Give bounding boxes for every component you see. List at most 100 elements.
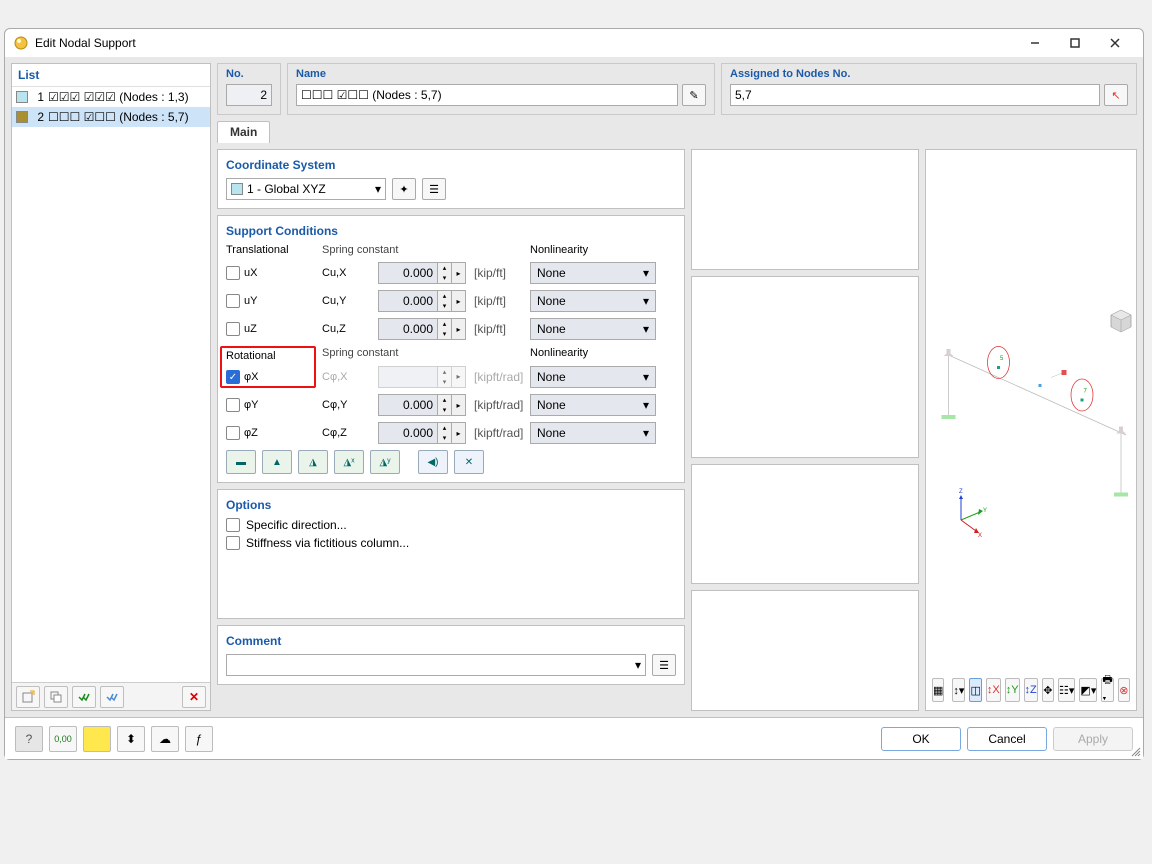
support-type-6[interactable]: ◀): [418, 450, 448, 474]
copy-item-button[interactable]: [44, 686, 68, 708]
script-button[interactable]: ƒ: [185, 726, 213, 752]
svg-text:Y: Y: [983, 508, 987, 514]
support-card: Support Conditions Translational Spring …: [217, 215, 685, 483]
option-specific-direction: Specific direction...: [246, 518, 347, 532]
svg-text:5: 5: [1000, 356, 1004, 362]
uncheck-all-button[interactable]: [100, 686, 124, 708]
checkbox-uz[interactable]: [226, 322, 240, 336]
comment-combo[interactable]: ▾: [226, 654, 646, 676]
list-item[interactable]: 2 ☐☐☐ ☑☐☐ (Nodes : 5,7): [12, 107, 210, 127]
support-title: Support Conditions: [226, 224, 676, 238]
pv-view-1[interactable]: ↕▾: [952, 678, 965, 702]
checkbox-phiy[interactable]: [226, 398, 240, 412]
nonlin-phix[interactable]: None▾: [530, 366, 656, 388]
help-button[interactable]: ?: [15, 726, 43, 752]
list-color-swatch: [16, 111, 28, 123]
pv-move[interactable]: ✥: [1042, 678, 1054, 702]
picture-button[interactable]: ☁: [151, 726, 179, 752]
checkbox-phiz[interactable]: [226, 426, 240, 440]
list-item-number: 2: [32, 110, 44, 124]
list-header: List: [12, 64, 210, 87]
pv-show-numbers[interactable]: ▦: [932, 678, 944, 702]
close-button[interactable]: [1095, 30, 1135, 56]
middle-opt-card: [691, 464, 919, 585]
checkbox-uy[interactable]: [226, 294, 240, 308]
checkbox-ux[interactable]: [226, 266, 240, 280]
header-row: No. Name ✎ Assigned to Nodes No. ↖: [217, 63, 1137, 115]
tab-strip: Main: [217, 121, 1137, 143]
spin-cuy[interactable]: ▴▾▸: [378, 290, 468, 312]
option-fictitious-column: Stiffness via fictitious column...: [246, 536, 409, 550]
edit-coord-button[interactable]: ☰: [422, 178, 446, 200]
name-box: Name ✎: [287, 63, 715, 115]
unit-cphix: [kipft/rad]: [474, 370, 524, 384]
nonlin-uy[interactable]: None▾: [530, 290, 656, 312]
color-button[interactable]: [83, 726, 111, 752]
pick-nodes-button[interactable]: ↖: [1104, 84, 1128, 106]
support-type-2[interactable]: ▲: [262, 450, 292, 474]
middle-column: [691, 149, 919, 711]
no-box: No.: [217, 63, 281, 115]
pv-view-y[interactable]: ↕Y: [1005, 678, 1020, 702]
comment-library-button[interactable]: ☰: [652, 654, 676, 676]
no-input[interactable]: [226, 84, 272, 106]
list-color-swatch: [16, 91, 28, 103]
resize-grip-icon[interactable]: [1129, 745, 1141, 757]
minimize-button[interactable]: [1015, 30, 1055, 56]
rotational-header: Rotational: [226, 350, 310, 362]
ok-button[interactable]: OK: [881, 727, 961, 751]
spin-cphiy[interactable]: ▴▾▸: [378, 394, 468, 416]
middle-top-card: [691, 149, 919, 270]
checkbox-fictitious-column[interactable]: [226, 536, 240, 550]
coord-combo[interactable]: 1 - Global XYZ ▾: [226, 178, 386, 200]
spring-header: Spring constant: [322, 244, 468, 256]
check-all-button[interactable]: [72, 686, 96, 708]
label-cphiy: Cφ,Y: [322, 399, 372, 411]
support-type-5[interactable]: ◮ʸ: [370, 450, 400, 474]
right-column: No. Name ✎ Assigned to Nodes No. ↖: [217, 63, 1137, 711]
list-item-label: ☑☑☑ ☑☑☑ (Nodes : 1,3): [48, 90, 206, 104]
model-button[interactable]: ⬍: [117, 726, 145, 752]
nonlin-ux[interactable]: None▾: [530, 262, 656, 284]
label-phiy: φY: [244, 399, 258, 411]
pv-view-x[interactable]: ↕X: [986, 678, 1001, 702]
pv-display[interactable]: ☷▾: [1058, 678, 1075, 702]
nonlinearity-header: Nonlinearity: [530, 244, 676, 256]
pv-render[interactable]: ◩▾: [1079, 678, 1097, 702]
list-panel: List 1 ☑☑☑ ☑☑☑ (Nodes : 1,3) 2 ☐☐☐ ☑☐☐ (…: [11, 63, 211, 711]
nonlin-phiy[interactable]: None▾: [530, 394, 656, 416]
tab-main[interactable]: Main: [217, 121, 270, 143]
spin-cphiz[interactable]: ▴▾▸: [378, 422, 468, 444]
list-item[interactable]: 1 ☑☑☑ ☑☑☑ (Nodes : 1,3): [12, 87, 210, 107]
support-type-3[interactable]: ◮: [298, 450, 328, 474]
pv-reset[interactable]: ⊗: [1118, 678, 1130, 702]
nonlin-uz[interactable]: None▾: [530, 318, 656, 340]
new-coord-button[interactable]: ✦: [392, 178, 416, 200]
options-title: Options: [226, 498, 676, 512]
nonlin-phiz[interactable]: None▾: [530, 422, 656, 444]
support-type-4[interactable]: ◮ˣ: [334, 450, 364, 474]
pv-print[interactable]: 🖶▾: [1101, 678, 1113, 702]
cancel-button[interactable]: Cancel: [967, 727, 1047, 751]
support-type-7[interactable]: ✕: [454, 450, 484, 474]
apply-button: Apply: [1053, 727, 1133, 751]
checkbox-phix[interactable]: ✓: [226, 370, 240, 384]
spin-cux[interactable]: ▴▾▸: [378, 262, 468, 284]
pv-view-iso[interactable]: ◫: [969, 678, 981, 702]
new-item-button[interactable]: [16, 686, 40, 708]
pv-view-z[interactable]: ↕Z: [1024, 678, 1038, 702]
spin-cuz[interactable]: ▴▾▸: [378, 318, 468, 340]
support-type-1[interactable]: ▬: [226, 450, 256, 474]
delete-item-button[interactable]: ✕: [182, 686, 206, 708]
comment-card: Comment ▾ ☰: [217, 625, 685, 685]
middle-mid-card: [691, 276, 919, 458]
name-input[interactable]: [296, 84, 678, 106]
maximize-button[interactable]: [1055, 30, 1095, 56]
edit-name-button[interactable]: ✎: [682, 84, 706, 106]
checkbox-specific-direction[interactable]: [226, 518, 240, 532]
unit-cphiz: [kipft/rad]: [474, 426, 524, 440]
preview-svg: 5 7 Z Y X: [926, 150, 1136, 710]
label-cux: Cu,X: [322, 267, 372, 279]
assigned-input[interactable]: [730, 84, 1100, 106]
units-button[interactable]: 0,00: [49, 726, 77, 752]
